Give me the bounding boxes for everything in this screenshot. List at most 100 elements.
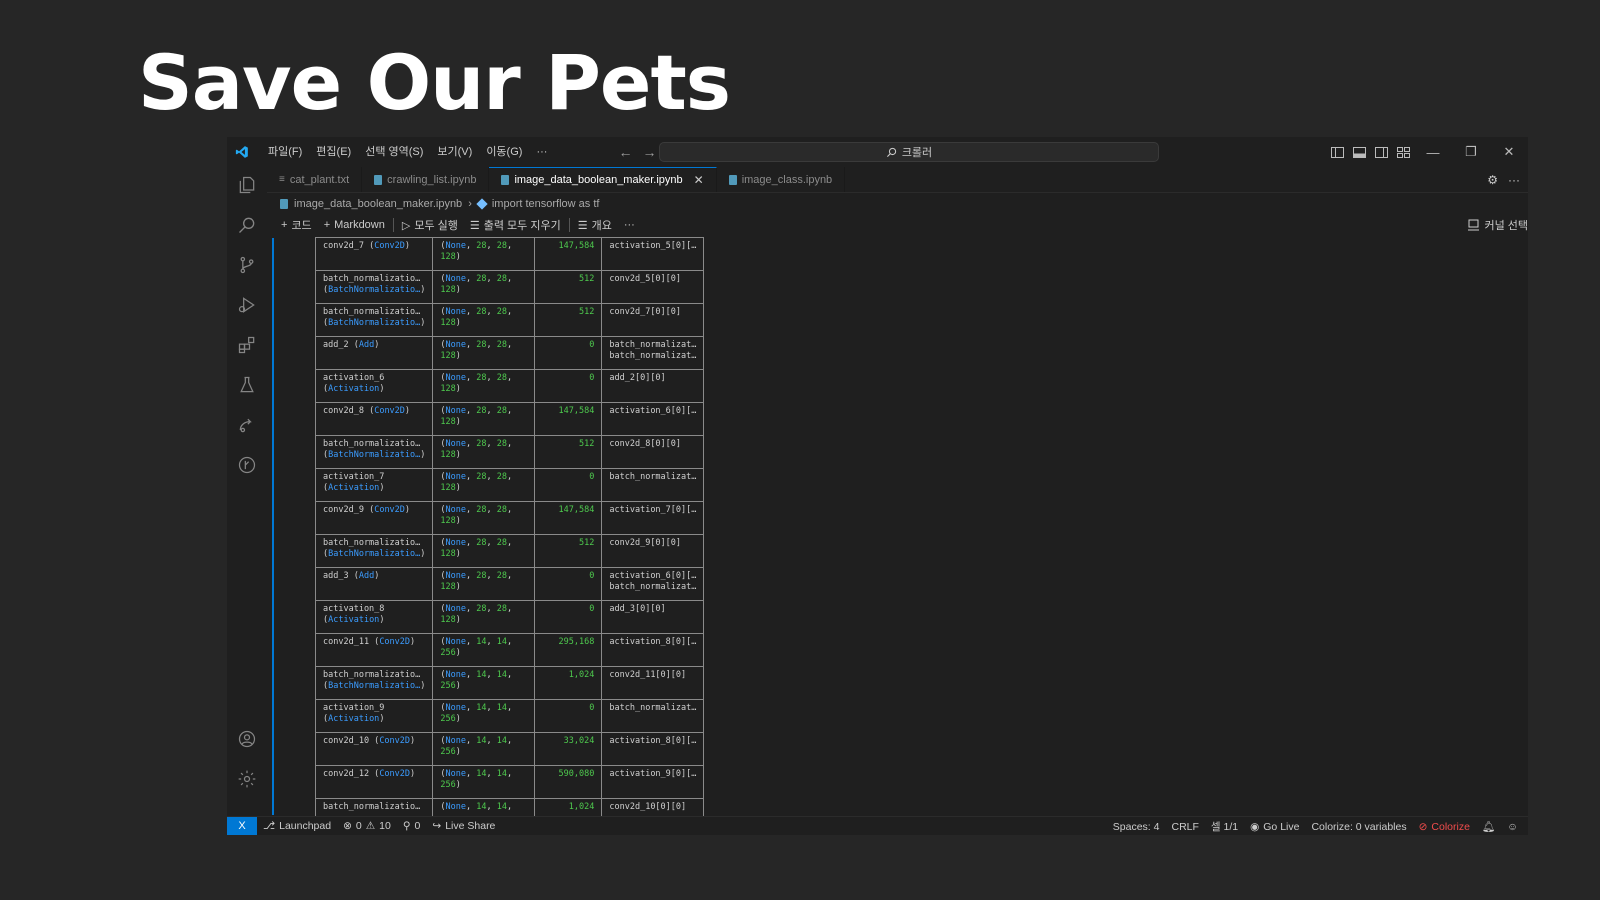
param-count-cell: 512 xyxy=(534,303,603,337)
live-share-status[interactable]: ↪ Live Share xyxy=(426,820,501,832)
source-control-icon[interactable] xyxy=(235,253,259,277)
param-count-cell: 512 xyxy=(534,534,603,568)
outline-button[interactable]: ☰ 개요 xyxy=(572,217,618,233)
back-arrow-icon[interactable]: ← xyxy=(618,144,632,160)
plus-icon: + xyxy=(281,219,288,231)
git-graph-icon[interactable] xyxy=(235,453,259,477)
connected-to-cell: conv2d_8[0][0] xyxy=(601,435,705,469)
eol-item[interactable]: CRLF xyxy=(1165,821,1204,833)
shape-dim: 128 xyxy=(440,384,456,394)
param-count: 1,024 xyxy=(568,670,595,680)
run-all-label: 모두 실행 xyxy=(414,220,458,232)
add-code-button[interactable]: + 코드 xyxy=(275,217,318,233)
connected-layer: activation_9[0][… xyxy=(609,769,697,779)
shape-dim: 28 xyxy=(496,340,507,350)
live-share-icon[interactable] xyxy=(235,413,259,437)
settings-gear-icon[interactable] xyxy=(235,767,259,791)
add-markdown-button[interactable]: + Markdown xyxy=(318,219,391,231)
param-count: 590,080 xyxy=(558,769,595,779)
minimize-icon[interactable]: — xyxy=(1414,137,1452,167)
cell-position-item[interactable]: 셀 1/1 xyxy=(1205,819,1244,834)
connected-layer: conv2d_9[0][0] xyxy=(609,538,682,548)
tab-cat-plant[interactable]: ≡ cat_plant.txt xyxy=(267,167,363,192)
layer-type-wrap: (Activation) xyxy=(323,483,385,493)
warning-icon: ⚠ xyxy=(365,820,376,832)
run-all-button[interactable]: ▷ 모두 실행 xyxy=(396,217,464,233)
forward-arrow-icon[interactable]: → xyxy=(642,144,656,160)
tab-crawling-list[interactable]: crawling_list.ipynb xyxy=(362,167,490,192)
close-window-icon[interactable]: ✕ xyxy=(1490,137,1528,167)
menu-item[interactable]: ··· xyxy=(529,137,554,167)
colorize-variables-item[interactable]: Colorize: 0 variables xyxy=(1305,821,1412,833)
connected-to-cell: activation_8[0][… xyxy=(601,732,705,766)
layer-cell: batch_normalizatio… (BatchNormalizatio…) xyxy=(314,534,434,568)
accounts-icon[interactable] xyxy=(235,727,259,751)
connected-to-cell: batch_normalizat… batch_normalizat… xyxy=(601,336,705,370)
layer-name: conv2d_10 xyxy=(323,736,370,746)
problems-item[interactable]: ⊗ 0 ⚠ 10 xyxy=(337,820,397,832)
add-code-label: 코드 xyxy=(291,220,312,232)
go-live-label: Go Live xyxy=(1263,820,1300,833)
shape-dim: 28 xyxy=(496,307,507,317)
search-activity-icon[interactable] xyxy=(235,213,259,237)
menu-item[interactable]: 선택 영역(S) xyxy=(358,137,430,167)
run-debug-icon[interactable] xyxy=(235,293,259,317)
menu-item[interactable]: 파일(F) xyxy=(261,137,309,167)
layer-cell: batch_normalizatio… (BatchNormalizatio…) xyxy=(314,435,434,469)
layer-type-wrap: (BatchNormalizatio…) xyxy=(323,285,426,295)
breadcrumb-symbol[interactable]: import tensorflow as tf xyxy=(492,198,600,210)
indentation-item[interactable]: Spaces: 4 xyxy=(1107,821,1166,833)
menu-item[interactable]: 편집(E) xyxy=(309,137,358,167)
clear-outputs-label: 출력 모두 지우기 xyxy=(483,220,561,232)
param-count-cell: 0 xyxy=(534,699,603,733)
layer-type: BatchNormalizatio… xyxy=(328,681,421,691)
layer-name: conv2d_7 xyxy=(323,241,364,251)
symbol-cube-icon xyxy=(476,198,488,210)
tab-image-data-boolean-maker[interactable]: image_data_boolean_maker.ipynb ✕ xyxy=(489,167,717,192)
tab-image-class[interactable]: image_class.ipynb xyxy=(717,167,846,192)
param-count-cell: 147,584 xyxy=(534,237,603,271)
breadcrumb-file[interactable]: image_data_boolean_maker.ipynb xyxy=(294,198,462,210)
explorer-icon[interactable] xyxy=(235,173,259,197)
toggle-panel-icon[interactable] xyxy=(1348,137,1370,167)
vscode-logo-icon[interactable] xyxy=(227,137,257,167)
shape-none: None xyxy=(445,604,466,614)
shape-dim: 128 xyxy=(440,450,456,460)
feedback-icon[interactable]: ☺ xyxy=(1501,821,1524,833)
extensions-icon[interactable] xyxy=(235,333,259,357)
customize-layout-icon[interactable] xyxy=(1392,137,1414,167)
menu-item[interactable]: 보기(V) xyxy=(430,137,479,167)
more-toolbar-button[interactable]: ··· xyxy=(618,219,641,231)
go-live-item[interactable]: ◉ Go Live xyxy=(1244,821,1305,833)
colorize-item[interactable]: ⊘ Colorize xyxy=(1413,821,1476,833)
layer-cell: batch_normalizatio… (BatchNormalizatio…) xyxy=(314,303,434,337)
connected-layer: conv2d_11[0][0] xyxy=(609,670,687,680)
status-bar: X ⎇ Launchpad ⊗ 0 ⚠ 10 ⚲ 0 ↪ Live Share … xyxy=(227,816,1528,835)
connected-to-cell: activation_6[0][… batch_normalizat… xyxy=(601,567,705,601)
ports-item[interactable]: ⚲ 0 xyxy=(397,820,427,832)
output-shape-cell: (None, 28, 28, 128) xyxy=(432,501,536,535)
shape-dim: 28 xyxy=(476,472,487,482)
command-center[interactable]: 크롤러 xyxy=(659,142,1159,162)
toggle-primary-sidebar-icon[interactable] xyxy=(1326,137,1348,167)
more-actions-icon[interactable]: ··· xyxy=(1508,173,1520,187)
testing-icon[interactable] xyxy=(235,373,259,397)
param-count: 0 xyxy=(589,373,595,383)
layer-type-wrap: (Add) xyxy=(348,340,380,350)
title-controls: — ❐ ✕ xyxy=(1326,137,1528,167)
toggle-secondary-sidebar-icon[interactable] xyxy=(1370,137,1392,167)
kernel-label: 커널 선택 xyxy=(1484,220,1528,232)
shape-none: None xyxy=(445,670,466,680)
shape-none: None xyxy=(445,307,466,317)
close-tab-icon[interactable]: ✕ xyxy=(694,173,704,187)
launchpad-item[interactable]: ⎇ Launchpad xyxy=(257,820,337,832)
clear-outputs-button[interactable]: ☰ 출력 모두 지우기 xyxy=(464,217,567,233)
notebook-settings-gear-icon[interactable]: ⚙ xyxy=(1487,173,1498,187)
remote-indicator[interactable]: X xyxy=(227,816,257,835)
param-count-cell: 1,024 xyxy=(534,666,603,700)
menu-item[interactable]: 이동(G) xyxy=(479,137,529,167)
restore-icon[interactable]: ❐ xyxy=(1452,137,1490,167)
notifications-bell-icon[interactable]: 🔔︎ xyxy=(1476,820,1501,833)
layer-cell: batch_normalizatio… (BatchNormalizatio…) xyxy=(314,270,434,304)
select-kernel-button[interactable]: 커널 선택 xyxy=(1468,214,1528,236)
